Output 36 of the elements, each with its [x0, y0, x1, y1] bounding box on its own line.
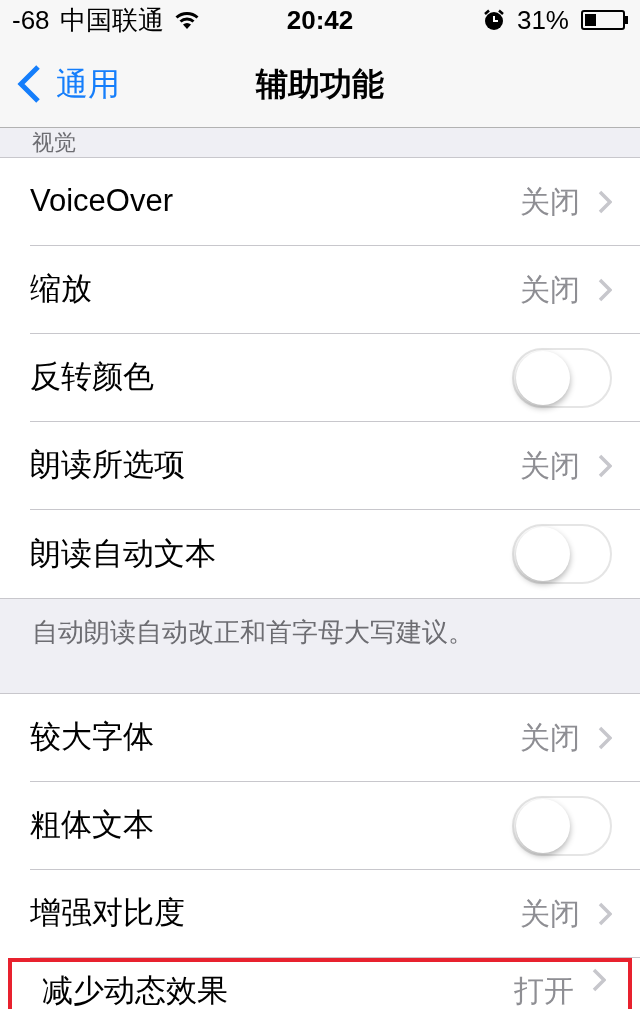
section-header: 视觉	[32, 130, 76, 155]
row-value: 关闭	[520, 448, 580, 484]
row-value: 打开	[514, 973, 574, 1009]
toggle-switch[interactable]	[512, 795, 612, 856]
chevron-right-icon[interactable]	[598, 901, 612, 926]
row-label: 粗体文本	[30, 806, 155, 845]
signal-strength: -68	[12, 3, 50, 37]
back-button[interactable]: 通用	[0, 59, 120, 108]
row-value: 关闭	[520, 184, 580, 220]
status-time: 20:42	[286, 3, 354, 37]
alarm-clock-icon	[482, 9, 505, 31]
battery-percent: 31%	[516, 3, 569, 37]
row-label: 朗读所选项	[30, 446, 186, 485]
row-value: 关闭	[520, 896, 580, 932]
chevron-right-icon[interactable]	[598, 453, 612, 478]
row-label: 缩放	[30, 270, 93, 309]
chevron-right-icon[interactable]	[598, 277, 612, 302]
toggle-switch[interactable]	[512, 347, 612, 408]
chevron-right-icon[interactable]	[598, 189, 612, 214]
row-label: 较大字体	[30, 718, 155, 757]
chevron-right-icon[interactable]	[592, 968, 606, 992]
back-chevron-icon	[16, 63, 42, 104]
row-value: 关闭	[520, 720, 580, 756]
row-label: VoiceOver	[30, 182, 174, 221]
toggle-switch[interactable]	[512, 524, 612, 584]
battery-icon	[581, 10, 628, 30]
row-value: 关闭	[520, 272, 580, 308]
row-label: 增强对比度	[30, 894, 186, 933]
chevron-right-icon[interactable]	[598, 725, 612, 750]
row-label: 反转颜色	[30, 358, 155, 397]
row-label: 减少动态效果	[42, 972, 229, 1009]
carrier-name: 中国联通	[59, 3, 164, 37]
page-title: 辅助功能	[256, 64, 384, 104]
wifi-icon	[173, 10, 200, 30]
row-label: 朗读自动文本	[30, 534, 217, 573]
group-footer: 自动朗读自动改正和首字母大写建议。	[32, 617, 474, 647]
